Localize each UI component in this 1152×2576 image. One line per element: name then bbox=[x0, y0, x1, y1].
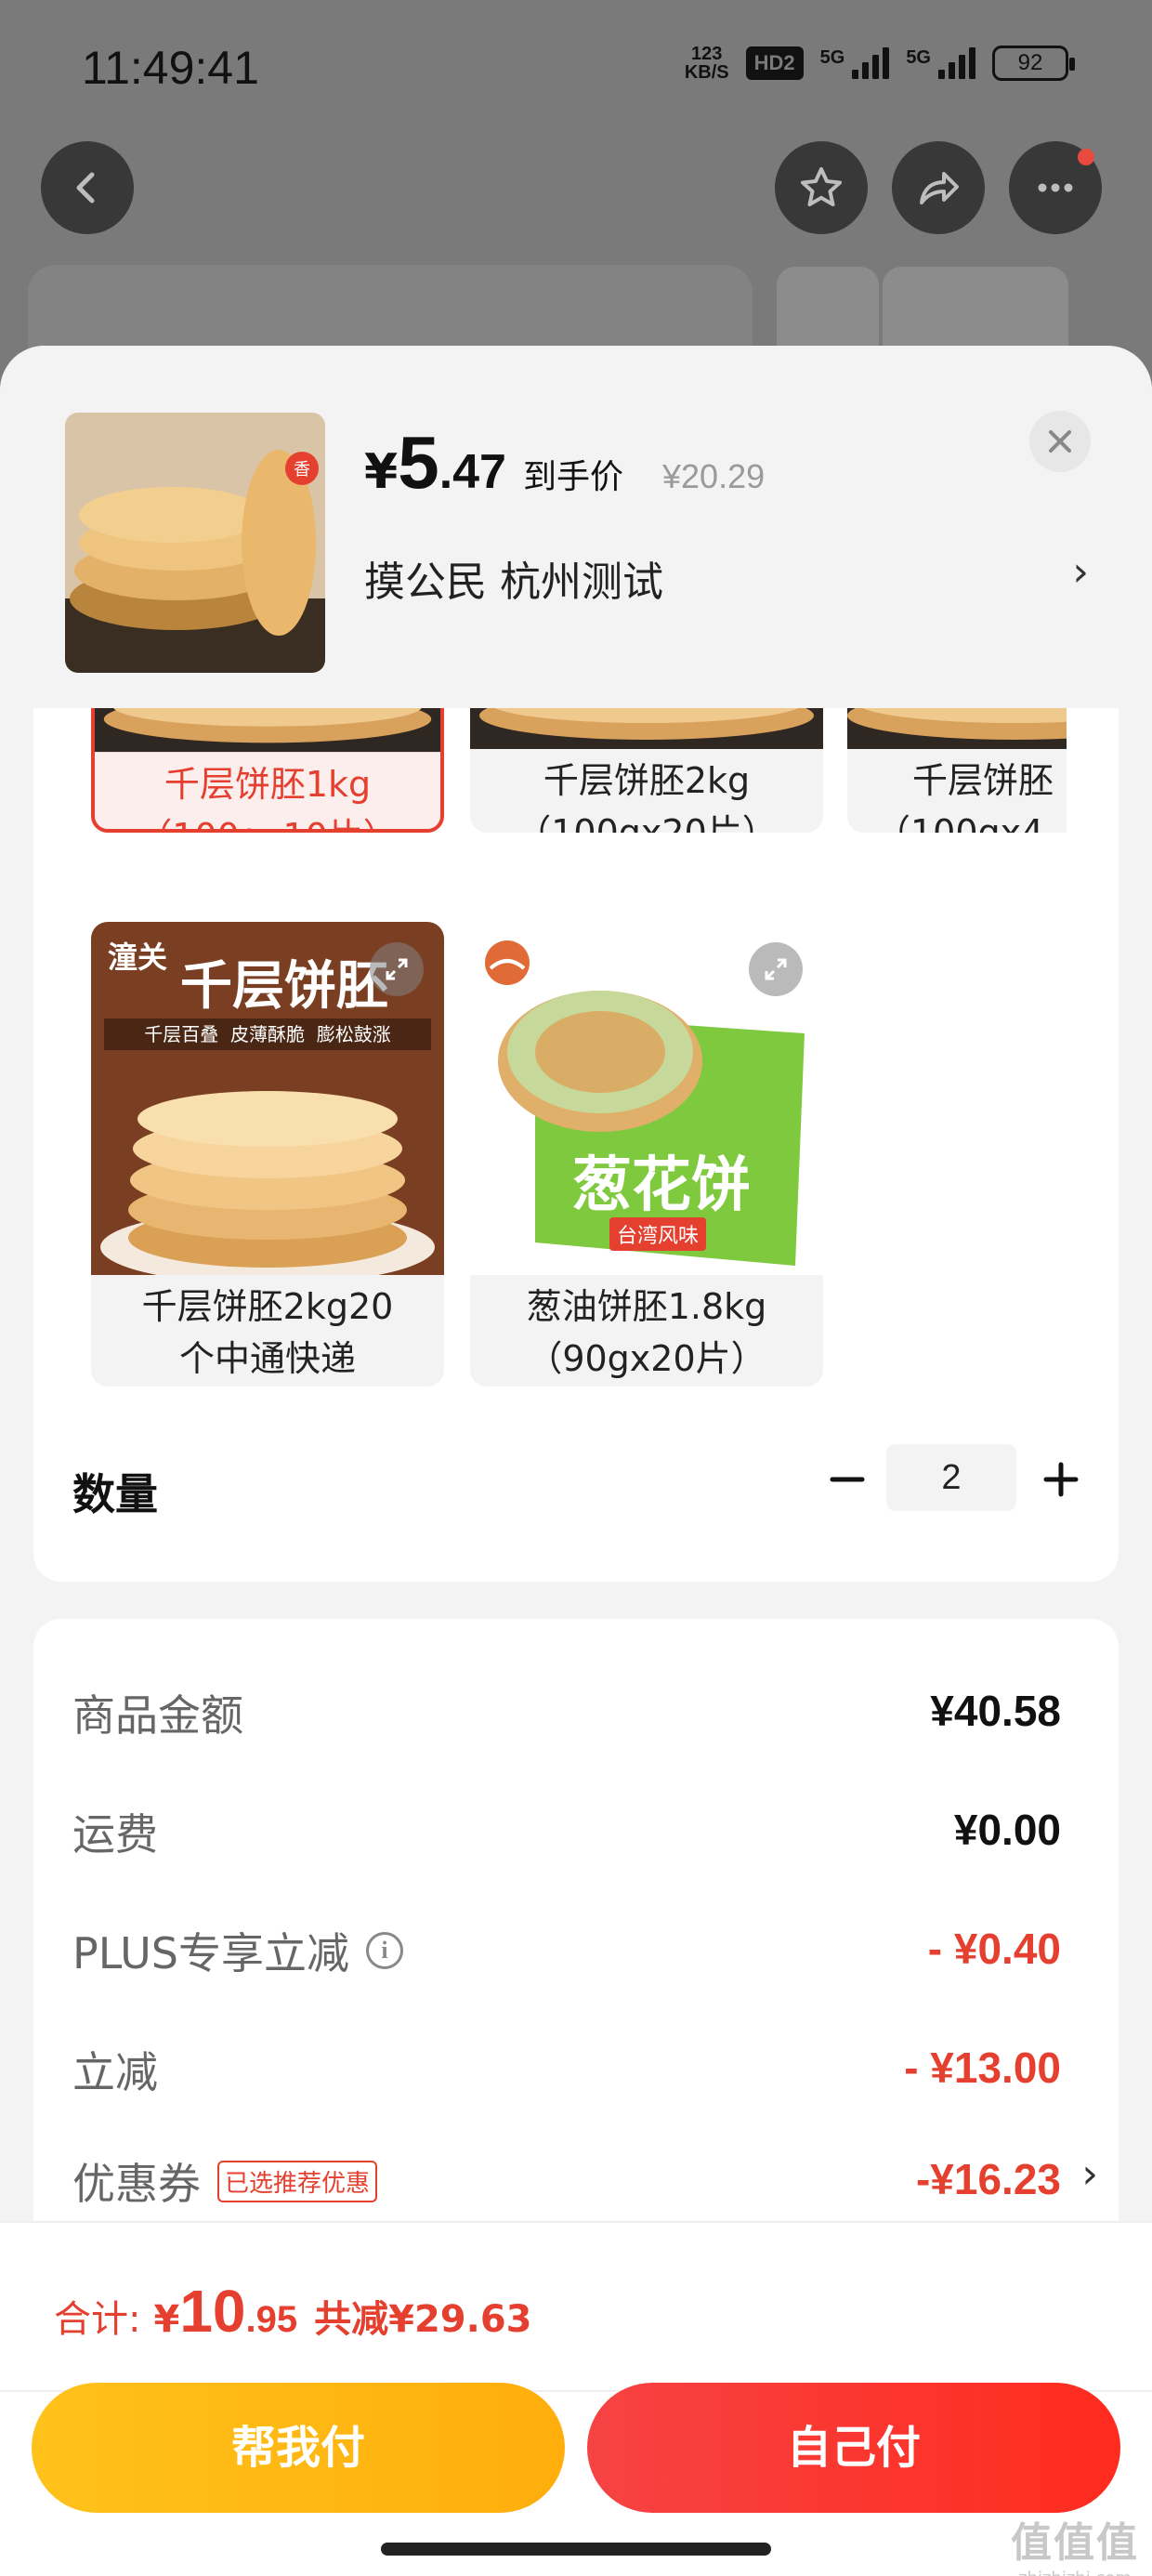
status-icons: 123 KB/S HD2 5G 5G 92 bbox=[684, 44, 1075, 83]
quantity-increase-button[interactable] bbox=[1033, 1452, 1089, 1507]
back-button[interactable] bbox=[41, 141, 134, 234]
sheet-header: 香 ¥ 5 .47 到手价 ¥20.29 摸公民 杭州测试 › bbox=[0, 346, 1152, 708]
battery-icon: 92 bbox=[992, 46, 1075, 81]
home-indicator[interactable] bbox=[381, 2543, 771, 2556]
fee-row-plus: PLUS专享立减 i - ¥0.40 bbox=[72, 1925, 1061, 1978]
price-integer: 5 bbox=[398, 421, 439, 504]
quantity-label: 数量 bbox=[72, 1469, 158, 1519]
sku-option[interactable]: 千层饼胚2kg （100gx20片） bbox=[470, 708, 823, 833]
product-thumbnail[interactable]: 香 bbox=[65, 413, 325, 673]
close-button[interactable] bbox=[1029, 411, 1091, 472]
price-breakdown-panel: 商品金额 ¥40.58 运费 ¥0.00 PLUS专享立减 i - ¥0.40 … bbox=[33, 1619, 1119, 2269]
fee-row-discount: 立减 - ¥13.00 bbox=[72, 2044, 1061, 2097]
sku-option-image: 葱花饼 台湾风味 bbox=[470, 922, 823, 1275]
original-price: ¥20.29 bbox=[662, 457, 766, 495]
signal-icon: 5G bbox=[820, 47, 890, 79]
total-summary: 合计: ¥ 10 .95 共减¥29.63 bbox=[54, 2278, 532, 2345]
star-icon bbox=[801, 167, 842, 206]
expand-icon[interactable] bbox=[370, 942, 424, 996]
sku-option[interactable]: 千层饼胚 （100gx4 bbox=[847, 708, 1067, 833]
price-tag: 到手价 bbox=[522, 458, 623, 496]
svg-text:香: 香 bbox=[294, 460, 310, 480]
pay-myself-button[interactable]: 自己付 bbox=[587, 2383, 1120, 2513]
share-button[interactable] bbox=[892, 141, 985, 234]
favorite-button[interactable] bbox=[775, 141, 868, 234]
quantity-decrease-button[interactable] bbox=[819, 1452, 875, 1507]
fee-row-goods: 商品金额 ¥40.58 bbox=[72, 1687, 1061, 1741]
signal-icon-2: 5G bbox=[906, 47, 975, 79]
sku-options-panel: 千层饼胚1kg （100gx10片） 千层饼胚2kg （100gx20片） 千层… bbox=[33, 708, 1119, 1582]
hd-badge: HD2 bbox=[745, 46, 804, 80]
sku-option-image bbox=[95, 708, 440, 753]
net-speed: 123 KB/S bbox=[684, 44, 729, 83]
more-dots-icon bbox=[1038, 183, 1073, 192]
expand-icon[interactable] bbox=[749, 942, 803, 996]
status-bar: 11:49:41 123 KB/S HD2 5G 5G 92 bbox=[0, 0, 1152, 139]
quantity-input[interactable]: 2 bbox=[886, 1444, 1016, 1511]
sku-option[interactable]: 葱花饼 台湾风味 葱油饼胚1.8kg （90gx20片） bbox=[470, 922, 823, 1387]
minus-icon bbox=[830, 1477, 865, 1482]
chevron-right-icon[interactable]: › bbox=[1072, 548, 1089, 596]
more-button[interactable] bbox=[1009, 141, 1102, 234]
price-decimal: .47 bbox=[439, 445, 506, 499]
sku-option[interactable]: 千层饼胚1kg （100gx10片） bbox=[91, 708, 444, 833]
status-time: 11:49:41 bbox=[82, 42, 259, 94]
plus-icon bbox=[1043, 1462, 1079, 1497]
price-row: ¥ 5 .47 到手价 ¥20.29 bbox=[364, 420, 765, 506]
total-saved: 共减¥29.63 bbox=[314, 2298, 532, 2341]
sku-option-image bbox=[847, 708, 1067, 749]
delivery-address[interactable]: 摸公民 杭州测试 bbox=[364, 548, 663, 608]
chevron-left-icon bbox=[76, 172, 95, 204]
sku-option[interactable]: 潼关 千层饼胚 千层百叠 皮薄酥脆 膨松鼓涨 千层饼胚2kg20 个中通快递 bbox=[91, 922, 444, 1387]
fee-row-coupon[interactable]: 优惠券 已选推荐优惠 -¥16.23 › bbox=[72, 2150, 1098, 2215]
price-currency: ¥ bbox=[364, 444, 399, 500]
watermark: 值值值 zhizhizhi.com bbox=[1011, 2519, 1139, 2576]
fee-row-shipping: 运费 ¥0.00 bbox=[72, 1806, 1061, 1860]
pay-for-me-button[interactable]: 帮我付 bbox=[32, 2383, 565, 2513]
info-icon[interactable]: i bbox=[365, 1932, 403, 1969]
sku-option-image: 潼关 千层饼胚 千层百叠 皮薄酥脆 膨松鼓涨 bbox=[91, 922, 444, 1275]
close-icon bbox=[1049, 430, 1071, 453]
chevron-right-icon[interactable]: › bbox=[1081, 2150, 1098, 2198]
notification-dot bbox=[1078, 149, 1094, 165]
share-icon bbox=[920, 172, 959, 204]
sku-option-image bbox=[470, 708, 823, 749]
coupon-badge: 已选推荐优惠 bbox=[217, 2160, 378, 2202]
